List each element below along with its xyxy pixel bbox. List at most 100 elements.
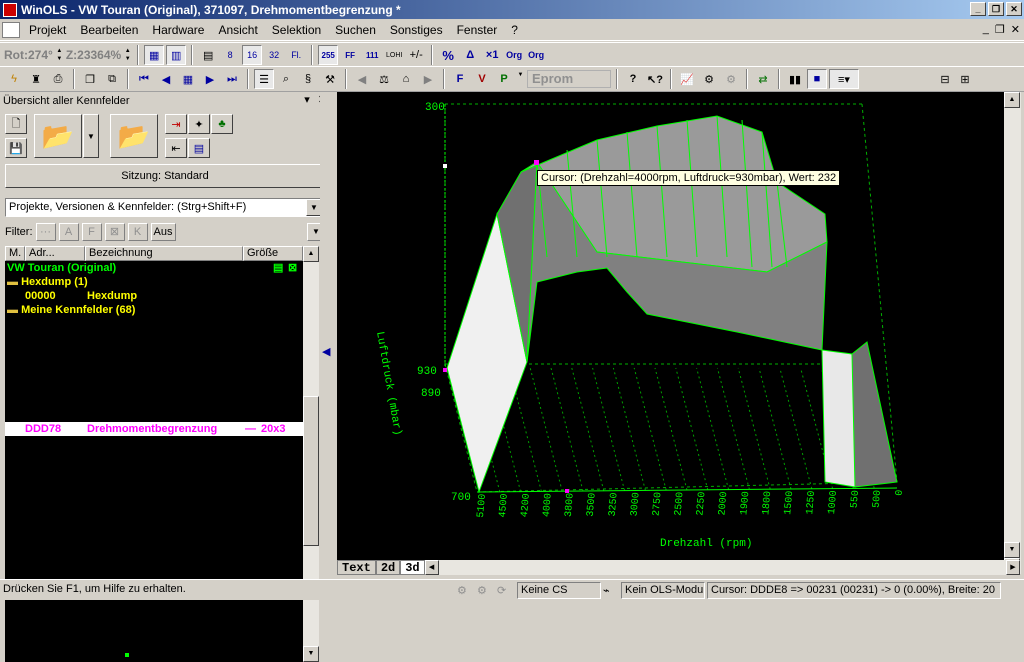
percent-icon[interactable]: % — [438, 45, 458, 65]
filter-r-button[interactable]: F — [81, 223, 102, 241]
find-icon[interactable]: ⌕ — [276, 69, 296, 89]
mdi-restore-button[interactable]: ❐ — [995, 23, 1005, 36]
tree-button[interactable]: ♣ — [211, 114, 233, 134]
horizontal-scroll-track[interactable] — [438, 560, 1006, 575]
menu-suchen[interactable]: Suchen — [328, 23, 383, 37]
filter-x-button[interactable]: ⊠ — [104, 223, 125, 241]
save-button[interactable]: 💾 — [5, 138, 27, 158]
p-icon[interactable]: P — [494, 69, 514, 89]
new-button[interactable]: 🗋 — [5, 114, 27, 134]
list-item-selected[interactable]: DDD78 Drehmomentbegrenzung — 20x3 — [5, 422, 303, 436]
next-icon[interactable]: ▶ — [200, 69, 220, 89]
list-item-folder-kennfelder[interactable]: ▬ Meine Kennfelder (68) — [5, 303, 303, 317]
grid-icon[interactable]: ▤ — [198, 45, 218, 65]
panel-menu-icon[interactable]: ▾ — [304, 93, 310, 106]
split-v-icon[interactable]: ⊞ — [955, 69, 975, 89]
col-address[interactable]: Adr... — [25, 246, 85, 261]
project-close-icon[interactable]: ⊠ — [288, 261, 297, 275]
menu-fenster[interactable]: Fenster — [450, 23, 505, 37]
view-cols-icon[interactable]: ▥ — [166, 45, 187, 65]
split-h-icon[interactable]: ⊟ — [935, 69, 955, 89]
export-button[interactable]: ⇤ — [165, 138, 187, 158]
menu-ansicht[interactable]: Ansicht — [211, 23, 264, 37]
f-icon[interactable]: F — [450, 69, 470, 89]
tolerance-icon[interactable]: ⚖ — [374, 69, 394, 89]
chart-vertical-scrollbar[interactable]: ▲ ▼ ▼ — [1004, 92, 1021, 574]
bit16-icon[interactable]: 16 — [242, 45, 263, 65]
hex255-icon[interactable]: 255 — [318, 45, 339, 65]
scroll-icon[interactable]: § — [298, 69, 318, 89]
chart-disabled-icon[interactable]: ⚙ — [721, 69, 741, 89]
tab-2d[interactable]: 2d — [375, 560, 401, 575]
org2-icon[interactable]: Org — [526, 45, 546, 65]
close-button[interactable]: ✕ — [1006, 2, 1022, 16]
hexff-icon[interactable]: FF — [340, 45, 360, 65]
session-button[interactable]: Sitzung: Standard — [5, 164, 325, 188]
stamp-icon[interactable]: ♜ — [26, 69, 46, 89]
zoom-value[interactable]: Z:23364% — [66, 48, 121, 62]
zoom-spinner[interactable]: ▲ ▼ — [123, 47, 132, 63]
fill-icon[interactable]: ■ — [807, 69, 827, 89]
sign-icon[interactable]: +/- — [406, 45, 426, 65]
context-help-icon[interactable]: ↖? — [645, 69, 665, 89]
filter-a-button[interactable]: A — [58, 223, 79, 241]
first-icon[interactable]: ⏮ — [134, 69, 154, 89]
prev-icon[interactable]: ◀ — [156, 69, 176, 89]
scroll-up-icon[interactable]: ▲ — [1004, 92, 1020, 108]
tab-3d[interactable]: 3d — [400, 560, 425, 575]
list-item-partial-below[interactable]: ····· — [5, 437, 303, 443]
panel-splitter[interactable]: ◀ — [320, 92, 334, 574]
chart-3d-view[interactable]: 300 930 890 700 Luftdruck (mbar) Drehzah… — [337, 92, 1004, 560]
document-icon[interactable] — [2, 21, 20, 38]
scroll-down-icon[interactable]: ▼ — [1004, 542, 1020, 558]
eprom-box[interactable]: Eprom — [527, 70, 611, 88]
last-icon[interactable]: ⏭ — [222, 69, 242, 89]
open-dropdown-button[interactable]: ▼ — [83, 114, 99, 158]
menu-selektion[interactable]: Selektion — [265, 23, 328, 37]
filter-dots-button[interactable]: ··· — [35, 223, 56, 241]
org-icon[interactable]: Org — [504, 45, 524, 65]
compare-icon[interactable]: ⧉ — [102, 69, 122, 89]
tab-text[interactable]: Text — [337, 560, 376, 575]
lightning-icon[interactable]: ϟ — [4, 69, 24, 89]
lohi-icon[interactable]: LOHI — [384, 45, 404, 65]
transfer-icon[interactable]: ⇄ — [753, 69, 773, 89]
menu-help[interactable]: ? — [504, 23, 525, 37]
col-size[interactable]: Größe — [243, 246, 303, 261]
scroll-left-icon[interactable]: ◀ — [424, 560, 439, 575]
open-button[interactable]: 📂 — [34, 114, 82, 158]
forward-icon[interactable]: ▶ — [418, 69, 438, 89]
list-item-folder-hexdump[interactable]: ▬ Hexdump (1) — [5, 275, 303, 289]
mdi-minimize-button[interactable]: _ — [983, 23, 989, 36]
tools-icon[interactable]: ⚒ — [320, 69, 340, 89]
maximize-button[interactable]: ❐ — [988, 2, 1004, 16]
col-marker[interactable]: M. — [5, 246, 25, 261]
v-icon[interactable]: V — [472, 69, 492, 89]
scroll-right-icon[interactable]: ▶ — [1006, 560, 1020, 575]
help-icon[interactable]: ? — [623, 69, 643, 89]
open-project-button[interactable]: 📂 — [110, 114, 158, 158]
bit32-icon[interactable]: 32 — [264, 45, 284, 65]
delta-icon[interactable]: Δ — [460, 45, 480, 65]
p-dropdown-icon[interactable]: ▼ — [516, 71, 525, 87]
list-item-hexdump[interactable]: 00000 Hexdump — [5, 289, 303, 303]
list-view-icon[interactable]: ☰ — [254, 69, 274, 89]
scroll-up-icon[interactable]: ▲ — [303, 246, 319, 262]
scroll-down-icon[interactable]: ▼ — [303, 646, 319, 662]
col-name[interactable]: Bezeichnung — [85, 246, 243, 261]
chart-up-icon[interactable]: 📈 — [677, 69, 697, 89]
minimize-button[interactable]: _ — [970, 2, 986, 16]
filter-kk-button[interactable]: K — [127, 223, 148, 241]
menu-bearbeiten[interactable]: Bearbeiten — [73, 23, 145, 37]
menu-hardware[interactable]: Hardware — [145, 23, 211, 37]
back-icon[interactable]: ◀ — [352, 69, 372, 89]
columns-dropdown-icon[interactable]: ≡▾ — [829, 69, 859, 89]
menu-sonstiges[interactable]: Sonstiges — [383, 23, 450, 37]
chart-svg[interactable]: 300 930 890 700 Luftdruck (mbar) Drehzah… — [337, 92, 1004, 560]
list-item-partial-above[interactable]: ····· — [5, 411, 303, 417]
mdi-close-button[interactable]: ✕ — [1011, 23, 1020, 36]
view-2d-icon[interactable]: ▦ — [144, 45, 165, 65]
import-button[interactable]: ⇥ — [165, 114, 187, 134]
bars-icon[interactable]: ▮▮ — [785, 69, 805, 89]
dec111-icon[interactable]: 111 — [362, 45, 382, 65]
